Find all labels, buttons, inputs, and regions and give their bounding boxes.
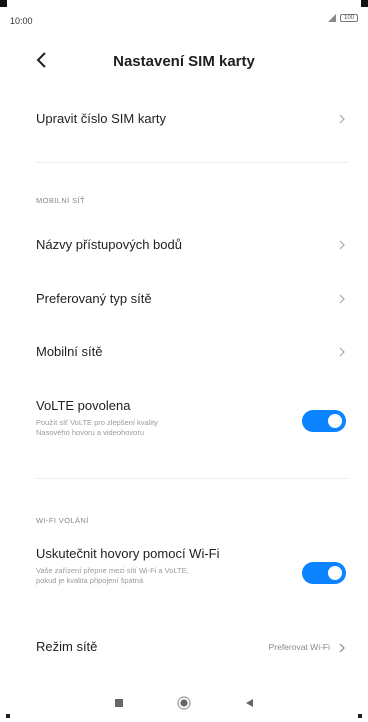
- network-mode-item[interactable]: Režim sítě Preferovat Wi-Fi: [0, 630, 368, 666]
- chevron-right-icon: [339, 347, 345, 357]
- network-type-label: Preferovaný typ sítě: [36, 291, 152, 306]
- navigation-bar: [0, 686, 368, 722]
- screen-corner-marker: [0, 0, 7, 7]
- section-title-wifi-calling: WI-FI VOLÁNÍ: [36, 516, 89, 525]
- apn-item[interactable]: Názvy přístupových bodů: [0, 226, 368, 262]
- screen-corner-marker: [6, 714, 10, 718]
- divider: [36, 162, 348, 163]
- status-bar: 10:00 100: [0, 0, 368, 30]
- screen-corner-marker: [358, 714, 362, 718]
- wifi-calling-toggle[interactable]: [302, 562, 346, 584]
- screen-corner-marker: [361, 0, 368, 7]
- network-mode-label: Režim sítě: [36, 639, 98, 654]
- header: Nastavení SIM karty: [0, 44, 368, 78]
- mobile-networks-label: Mobilní sítě: [36, 344, 103, 359]
- edit-sim-number-item[interactable]: Upravit číslo SIM karty: [0, 100, 368, 136]
- volte-item[interactable]: VoLTE povolena Použít síť VoLTE pro zlep…: [0, 390, 368, 452]
- network-mode-value: Preferovat Wi-Fi: [268, 642, 330, 652]
- volte-toggle[interactable]: [302, 410, 346, 432]
- wifi-calling-item[interactable]: Uskutečnit hovory pomocí Wi-Fi Vaše zaří…: [0, 538, 368, 602]
- page-title: Nastavení SIM karty: [113, 53, 255, 70]
- wifi-calling-label: Uskutečnit hovory pomocí Wi-Fi: [36, 546, 220, 561]
- network-type-item[interactable]: Preferovaný typ sítě: [0, 280, 368, 316]
- wifi-calling-description: Vaše zařízení přepne mezi sítí Wi-Fi a V…: [36, 566, 189, 585]
- apn-label: Názvy přístupových bodů: [36, 237, 182, 252]
- section-title-mobile-network: MOBILNÍ SÍŤ: [36, 196, 85, 205]
- status-time: 10:00: [10, 16, 33, 26]
- chevron-right-icon: [339, 114, 345, 124]
- battery-level: 100: [343, 15, 354, 21]
- triangle-back-icon[interactable]: [244, 698, 254, 708]
- divider: [36, 478, 348, 479]
- toggle-knob: [328, 566, 342, 580]
- status-icons: 100: [328, 14, 358, 22]
- edit-sim-number-label: Upravit číslo SIM karty: [36, 111, 167, 126]
- signal-icon: [328, 14, 336, 22]
- square-icon[interactable]: [114, 698, 124, 708]
- chevron-right-icon: [339, 294, 345, 304]
- toggle-knob: [328, 414, 342, 428]
- chevron-right-icon: [339, 240, 345, 250]
- volte-label: VoLTE povolena: [36, 398, 131, 413]
- mobile-networks-item[interactable]: Mobilní sítě: [0, 333, 368, 369]
- chevron-right-icon: [339, 643, 345, 653]
- battery-icon: 100: [340, 14, 358, 22]
- circle-icon[interactable]: [177, 696, 191, 710]
- volte-description: Použít síť VoLTE pro zlepšení kvality Na…: [36, 418, 158, 437]
